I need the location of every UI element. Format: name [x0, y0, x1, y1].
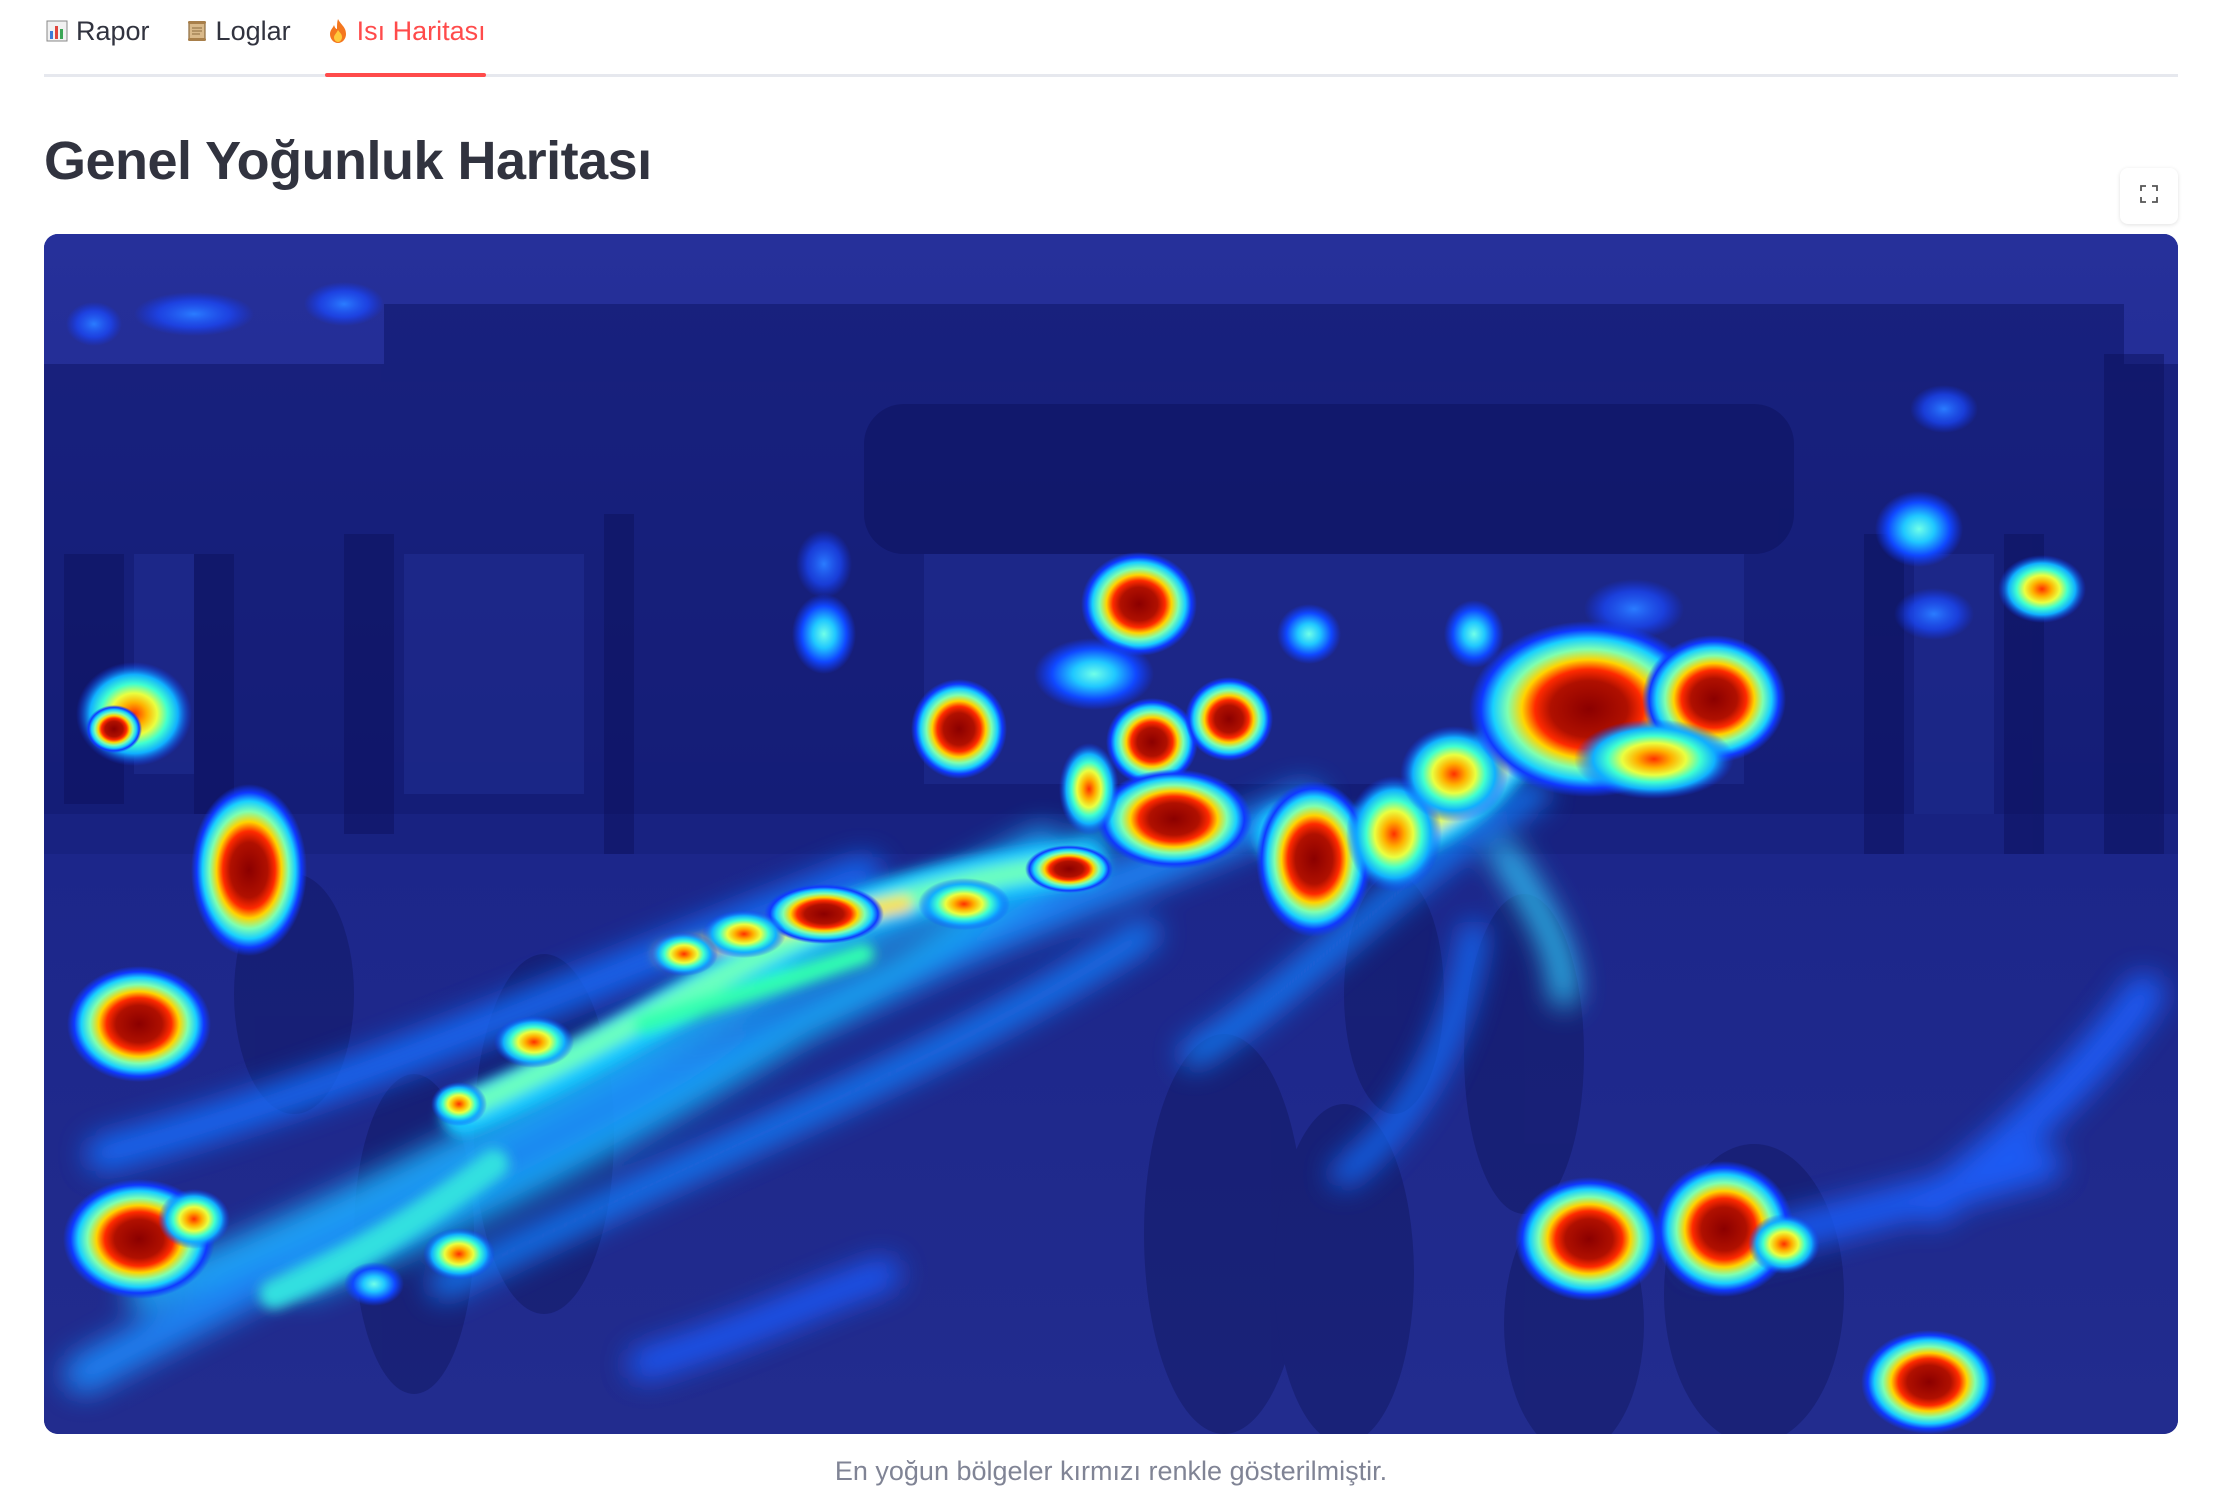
image-caption: En yoğun bölgeler kırmızı renkle gösteri…	[834, 1456, 1388, 1486]
tab-label-loglar: Loglar	[215, 15, 291, 46]
tab-loglar[interactable]: Loglar	[184, 0, 291, 62]
tab-label-isi-haritasi: Isı Haritası	[356, 15, 486, 46]
tab-bar: Rapor Loglar Isı Haritası	[44, 0, 2178, 77]
scroll-icon	[184, 18, 210, 44]
fullscreen-button[interactable]	[2120, 168, 2178, 224]
page-title: Genel Yoğunluk Haritası	[44, 131, 652, 191]
fullscreen-icon	[2139, 184, 2159, 209]
tab-label-rapor: Rapor	[76, 15, 150, 46]
fire-icon	[325, 18, 351, 44]
tab-isi-haritasi[interactable]: Isı Haritası	[324, 0, 486, 77]
bar-chart-icon	[44, 18, 70, 44]
heatmap-image	[44, 234, 2178, 1434]
tab-rapor[interactable]: Rapor	[44, 0, 150, 62]
heatmap-overlay	[44, 234, 2178, 1434]
